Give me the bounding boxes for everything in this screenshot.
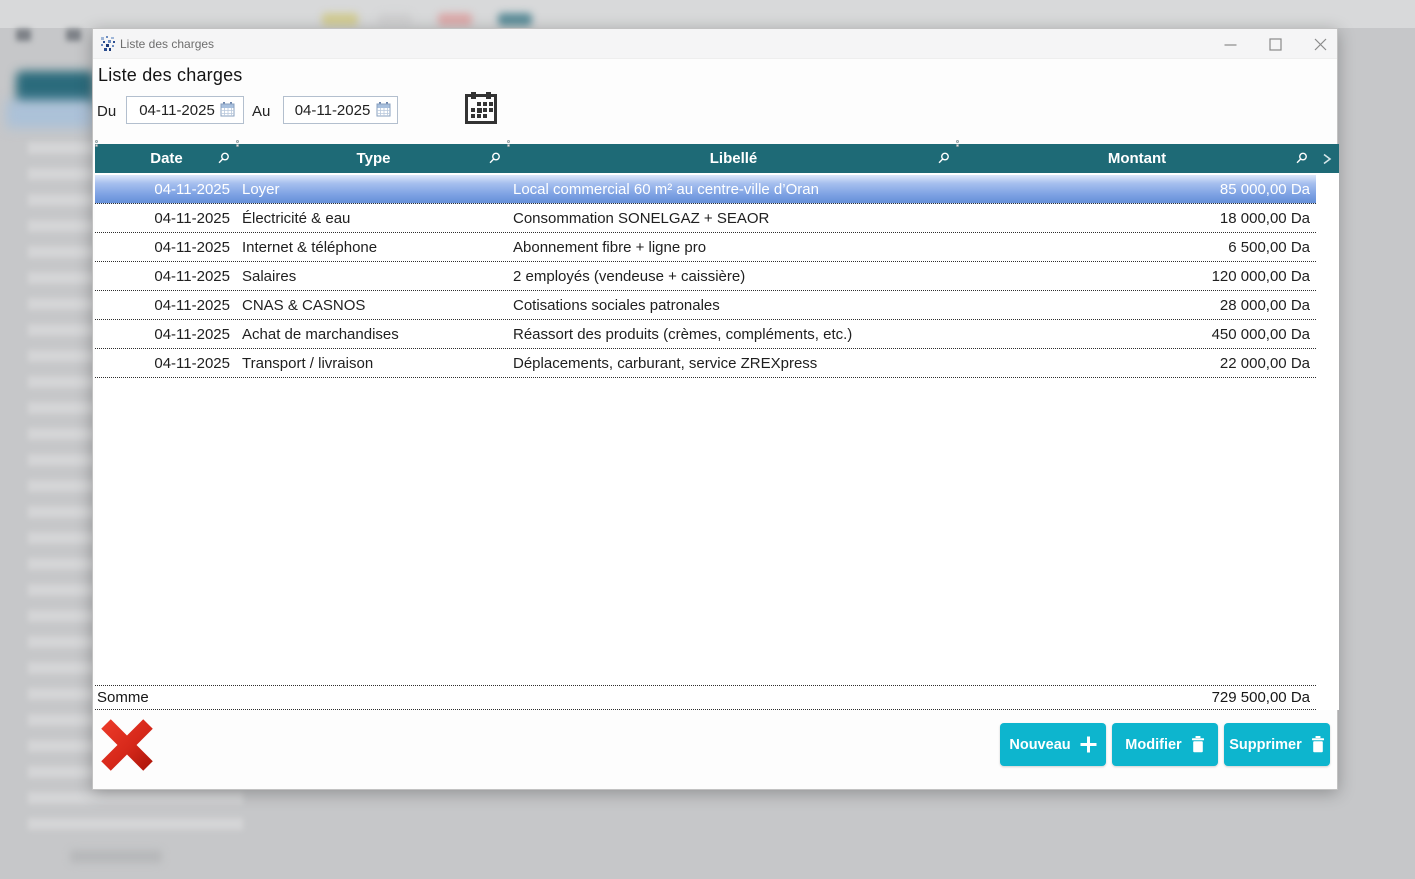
table-row[interactable]: 04-11-2025 Internet & téléphone Abonneme… bbox=[95, 233, 1316, 262]
app-icon bbox=[100, 36, 116, 52]
column-label: Date bbox=[150, 150, 183, 167]
cell-type: Électricité & eau bbox=[238, 210, 509, 227]
background-blurred-strip bbox=[6, 100, 94, 128]
summary-value: 729 500,00 Da bbox=[1212, 689, 1316, 706]
du-date-field[interactable] bbox=[126, 96, 244, 124]
cell-montant: 22 000,00 Da bbox=[958, 355, 1316, 372]
table-row[interactable]: 04-11-2025 Électricité & eau Consommatio… bbox=[95, 204, 1316, 233]
cell-montant: 6 500,00 Da bbox=[958, 239, 1316, 256]
cell-type: Salaires bbox=[238, 268, 509, 285]
cell-montant: 450 000,00 Da bbox=[958, 326, 1316, 343]
maximize-button[interactable] bbox=[1258, 31, 1292, 57]
cell-montant: 18 000,00 Da bbox=[958, 210, 1316, 227]
search-icon[interactable] bbox=[488, 152, 501, 165]
cell-libelle: 2 employés (vendeuse + caissière) bbox=[509, 268, 958, 285]
cell-libelle: Déplacements, carburant, service ZREXpre… bbox=[509, 355, 958, 372]
background-blurred-icon bbox=[66, 29, 81, 41]
cell-type: Transport / livraison bbox=[238, 355, 509, 372]
nouveau-label: Nouveau bbox=[1009, 737, 1070, 753]
column-label: Type bbox=[357, 150, 391, 167]
cell-montant: 120 000,00 Da bbox=[958, 268, 1316, 285]
background-blurred-button-red bbox=[438, 13, 472, 26]
close-icon bbox=[1314, 38, 1327, 51]
cancel-button[interactable] bbox=[99, 717, 155, 773]
cell-date: 04-11-2025 bbox=[95, 239, 238, 256]
nouveau-button[interactable]: Nouveau bbox=[1000, 723, 1106, 766]
minimize-button[interactable] bbox=[1213, 31, 1247, 57]
cell-date: 04-11-2025 bbox=[95, 268, 238, 285]
calendar-small-icon[interactable] bbox=[220, 102, 235, 118]
au-label: Au bbox=[252, 103, 270, 120]
au-date-field[interactable] bbox=[283, 96, 398, 124]
page-title: Liste des charges bbox=[98, 65, 242, 86]
action-buttons: Nouveau Modifier Supprimer bbox=[1000, 723, 1330, 766]
search-icon[interactable] bbox=[217, 152, 230, 165]
cell-type: Loyer bbox=[238, 181, 509, 198]
modifier-label: Modifier bbox=[1125, 737, 1181, 753]
search-icon[interactable] bbox=[1295, 152, 1308, 165]
cell-montant: 28 000,00 Da bbox=[958, 297, 1316, 314]
du-label: Du bbox=[97, 103, 116, 120]
maximize-icon bbox=[1269, 38, 1282, 51]
summary-row: Somme 729 500,00 Da bbox=[95, 685, 1316, 710]
search-icon[interactable] bbox=[937, 152, 950, 165]
supprimer-button[interactable]: Supprimer bbox=[1224, 723, 1330, 766]
header-cell-libelle[interactable]: Libellé bbox=[509, 144, 958, 173]
cell-libelle: Réassort des produits (crèmes, complémen… bbox=[509, 326, 958, 343]
cell-date: 04-11-2025 bbox=[95, 210, 238, 227]
table-row[interactable]: 04-11-2025 Transport / livraison Déplace… bbox=[95, 349, 1316, 378]
cell-libelle: Consommation SONELGAZ + SEAOR bbox=[509, 210, 958, 227]
titlebar[interactable]: Liste des charges bbox=[93, 29, 1337, 59]
calendar-button[interactable] bbox=[461, 89, 501, 129]
cell-date: 04-11-2025 bbox=[95, 355, 238, 372]
cell-libelle: Cotisations sociales patronales bbox=[509, 297, 958, 314]
background-blurred-icon bbox=[16, 29, 31, 41]
table-row[interactable]: 04-11-2025 Salaires 2 employés (vendeuse… bbox=[95, 262, 1316, 291]
table-row[interactable]: 04-11-2025 CNAS & CASNOS Cotisations soc… bbox=[95, 291, 1316, 320]
cell-date: 04-11-2025 bbox=[95, 326, 238, 343]
cell-libelle: Local commercial 60 m² au centre-ville d… bbox=[509, 181, 958, 198]
du-date-input[interactable] bbox=[135, 102, 219, 119]
table-row[interactable]: 04-11-2025 Loyer Local commercial 60 m² … bbox=[95, 175, 1316, 204]
background-top-strip bbox=[0, 0, 1415, 28]
supprimer-label: Supprimer bbox=[1229, 737, 1302, 753]
modifier-button[interactable]: Modifier bbox=[1112, 723, 1218, 766]
plus-icon bbox=[1080, 736, 1097, 753]
cancel-x-icon bbox=[99, 717, 155, 773]
cell-type: Achat de marchandises bbox=[238, 326, 509, 343]
column-label: Montant bbox=[1108, 150, 1166, 167]
calendar-icon bbox=[462, 90, 500, 128]
background-blurred-button-yellow bbox=[322, 13, 358, 26]
column-label: Libellé bbox=[710, 150, 758, 167]
charges-dialog: Liste des charges Liste des charges Du A… bbox=[92, 28, 1338, 790]
charges-table: Date Type Libellé bbox=[95, 144, 1339, 710]
cell-date: 04-11-2025 bbox=[95, 297, 238, 314]
trash-icon bbox=[1191, 736, 1205, 753]
chevron-right-icon[interactable] bbox=[1321, 151, 1333, 167]
table-body: 04-11-2025 Loyer Local commercial 60 m² … bbox=[95, 175, 1339, 378]
table-header: Date Type Libellé bbox=[95, 144, 1339, 173]
cell-type: CNAS & CASNOS bbox=[238, 297, 509, 314]
summary-label: Somme bbox=[95, 689, 149, 706]
header-cell-type[interactable]: Type bbox=[238, 144, 509, 173]
cell-type: Internet & téléphone bbox=[238, 239, 509, 256]
minimize-icon bbox=[1224, 38, 1237, 51]
calendar-small-icon[interactable] bbox=[376, 102, 391, 118]
header-cell-date[interactable]: Date bbox=[95, 144, 238, 173]
titlebar-title: Liste des charges bbox=[120, 37, 214, 51]
cell-libelle: Abonnement fibre + ligne pro bbox=[509, 239, 958, 256]
table-row[interactable]: 04-11-2025 Achat de marchandises Réassor… bbox=[95, 320, 1316, 349]
header-cell-montant[interactable]: Montant bbox=[958, 144, 1316, 173]
trash-icon bbox=[1311, 736, 1325, 753]
close-button[interactable] bbox=[1303, 31, 1337, 57]
cell-date: 04-11-2025 bbox=[95, 181, 238, 198]
header-overflow[interactable] bbox=[1316, 144, 1339, 173]
background-blurred-button-gray bbox=[378, 13, 412, 26]
cell-montant: 85 000,00 Da bbox=[958, 181, 1316, 198]
background-blurred-button-teal bbox=[498, 13, 532, 26]
au-date-input[interactable] bbox=[291, 102, 375, 119]
background-blurred-text bbox=[70, 850, 162, 863]
